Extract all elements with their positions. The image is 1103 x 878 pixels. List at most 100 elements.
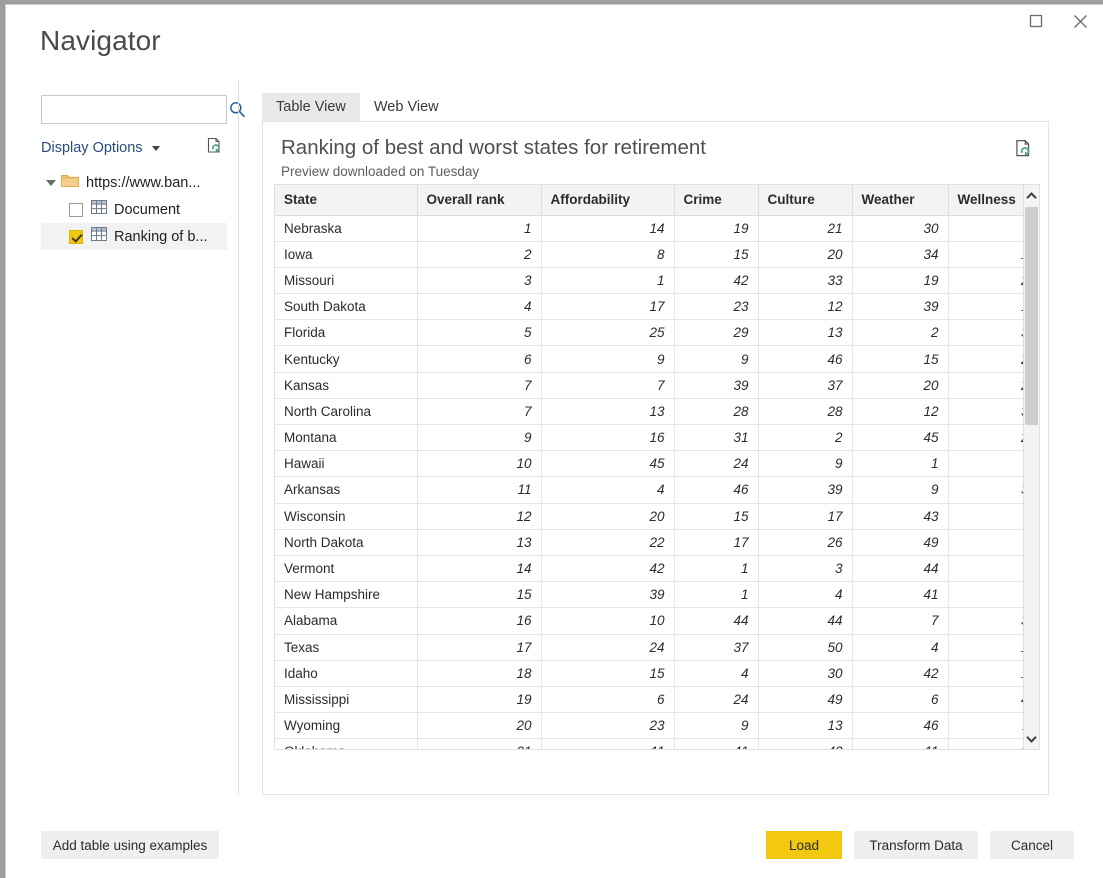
preview-pane: Table View Web View Ranking of best and … <box>262 81 1049 795</box>
close-button[interactable] <box>1058 5 1103 37</box>
cell-value: 7 <box>417 372 542 399</box>
cell-value: 10 <box>948 293 1023 321</box>
window-controls <box>1013 5 1103 37</box>
preview-subtitle: Preview downloaded on Tuesday <box>281 164 480 179</box>
display-options-row: Display Options <box>41 135 227 161</box>
add-table-using-examples-button[interactable]: Add table using examples <box>41 831 219 859</box>
cell-value: 4 <box>852 634 949 661</box>
cell-value: 19 <box>852 267 949 295</box>
cell-state: Vermont <box>275 555 418 583</box>
tree-item-document[interactable]: Document <box>41 196 227 223</box>
cell-state: Arkansas <box>275 476 418 504</box>
triangle-down-icon[interactable] <box>43 169 59 196</box>
tree-item-root[interactable]: https://www.ban... <box>41 169 227 196</box>
cell-value: 46 <box>758 345 853 373</box>
cancel-button[interactable]: Cancel <box>990 831 1074 859</box>
table-row[interactable]: Wyoming20239134611 <box>275 712 1023 740</box>
cell-value: 31 <box>948 607 1023 635</box>
table-row[interactable]: North Dakota13221726492 <box>275 529 1023 556</box>
table-row[interactable]: Texas17243750413 <box>275 634 1023 661</box>
cell-value: 31 <box>948 319 1023 347</box>
scroll-up-button[interactable] <box>1024 187 1039 204</box>
column-header[interactable]: Overall rank <box>417 185 542 216</box>
scroll-down-button[interactable] <box>1024 730 1039 747</box>
tree-checkbox-ranking[interactable] <box>69 229 83 244</box>
cell-state: Montana <box>275 424 418 452</box>
table-row[interactable]: North Carolina71328281233 <box>275 398 1023 426</box>
table-row[interactable]: Wisconsin12201517437 <box>275 503 1023 530</box>
load-button[interactable]: Load <box>766 831 842 859</box>
column-header[interactable]: Affordability <box>541 185 675 216</box>
cell-value: 43 <box>758 738 853 749</box>
cell-value: 2 <box>852 319 949 347</box>
cell-value: 1 <box>417 215 542 242</box>
cell-value: 17 <box>674 529 759 556</box>
cell-value: 11 <box>852 738 949 749</box>
table-row[interactable]: Oklahoma211141431135 <box>275 738 1023 749</box>
table-row[interactable]: Nebraska1141921308 <box>275 215 1023 242</box>
cell-value: 9 <box>674 712 759 740</box>
tab-table-view[interactable]: Table View <box>262 93 360 121</box>
column-header[interactable]: Wellness <box>948 185 1023 216</box>
table-row[interactable]: Idaho18154304215 <box>275 660 1023 687</box>
cell-value: 1 <box>541 267 675 295</box>
cell-value: 2 <box>417 241 542 268</box>
sidebar-refresh-button[interactable] <box>201 135 227 161</box>
dialog-body: Display Options https://www.ban... Docum… <box>6 81 1103 811</box>
cell-value: 9 <box>758 450 853 478</box>
cell-value: 49 <box>852 529 949 556</box>
table-region: State Overall rank Affordability Crime Cultu… <box>274 184 1040 750</box>
display-options-button[interactable]: Display Options <box>41 140 143 156</box>
tree-item-ranking[interactable]: Ranking of b... <box>41 223 227 250</box>
search-input[interactable] <box>42 96 229 123</box>
scrollbar-thumb[interactable] <box>1025 207 1038 425</box>
cell-value: 13 <box>948 634 1023 661</box>
maximize-button[interactable] <box>1013 5 1058 37</box>
chevron-up-icon <box>1026 187 1037 205</box>
preview-refresh-button[interactable] <box>1011 139 1035 163</box>
column-header[interactable]: Crime <box>674 185 759 216</box>
transform-data-button[interactable]: Transform Data <box>854 831 978 859</box>
table-row[interactable]: South Dakota41723123910 <box>275 293 1023 321</box>
cell-value: 20 <box>852 372 949 399</box>
cell-value: 20 <box>758 241 853 268</box>
table-row[interactable]: Iowa2815203412 <box>275 241 1023 268</box>
column-header[interactable]: State <box>275 185 418 216</box>
cell-value: 9 <box>674 345 759 373</box>
cell-value: 3 <box>417 267 542 295</box>
cell-value: 46 <box>674 476 759 504</box>
cell-value: 30 <box>758 660 853 687</box>
table-row[interactable]: Montana9163124520 <box>275 424 1023 452</box>
maximize-icon <box>1029 14 1043 28</box>
cell-value: 8 <box>948 215 1023 242</box>
cell-value: 17 <box>417 634 542 661</box>
cell-value: 12 <box>852 398 949 426</box>
cell-state: North Carolina <box>275 398 418 426</box>
cell-value: 14 <box>541 215 675 242</box>
table-vertical-scrollbar[interactable] <box>1023 184 1040 750</box>
column-header[interactable]: Weather <box>852 185 949 216</box>
chevron-down-icon[interactable] <box>151 145 160 151</box>
table-row[interactable]: Missouri3142331927 <box>275 267 1023 295</box>
cell-value: 42 <box>852 660 949 687</box>
table-row[interactable]: Florida5252913231 <box>275 319 1023 347</box>
cell-value: 24 <box>674 686 759 714</box>
table-row[interactable]: Alabama16104444731 <box>275 607 1023 635</box>
cell-value: 7 <box>948 503 1023 530</box>
search-box[interactable] <box>41 95 246 124</box>
table-row[interactable]: New Hampshire153914413 <box>275 581 1023 609</box>
cell-value: 14 <box>417 555 542 583</box>
table-row[interactable]: Mississippi1962449640 <box>275 686 1023 714</box>
cell-value: 23 <box>541 712 675 740</box>
table-row[interactable]: Vermont144213441 <box>275 555 1023 583</box>
column-header[interactable]: Culture <box>758 185 853 216</box>
table-row[interactable]: Arkansas1144639934 <box>275 476 1023 504</box>
table-scroll-area[interactable]: State Overall rank Affordability Crime Cultu… <box>274 184 1023 750</box>
tree-checkbox-document[interactable] <box>69 202 83 217</box>
cell-value: 22 <box>541 529 675 556</box>
tab-web-view[interactable]: Web View <box>360 93 453 121</box>
table-row[interactable]: Kentucky699461524 <box>275 345 1023 373</box>
cell-state: New Hampshire <box>275 581 418 609</box>
table-row[interactable]: Kansas7739372021 <box>275 372 1023 399</box>
table-row[interactable]: Hawaii104524919 <box>275 450 1023 478</box>
